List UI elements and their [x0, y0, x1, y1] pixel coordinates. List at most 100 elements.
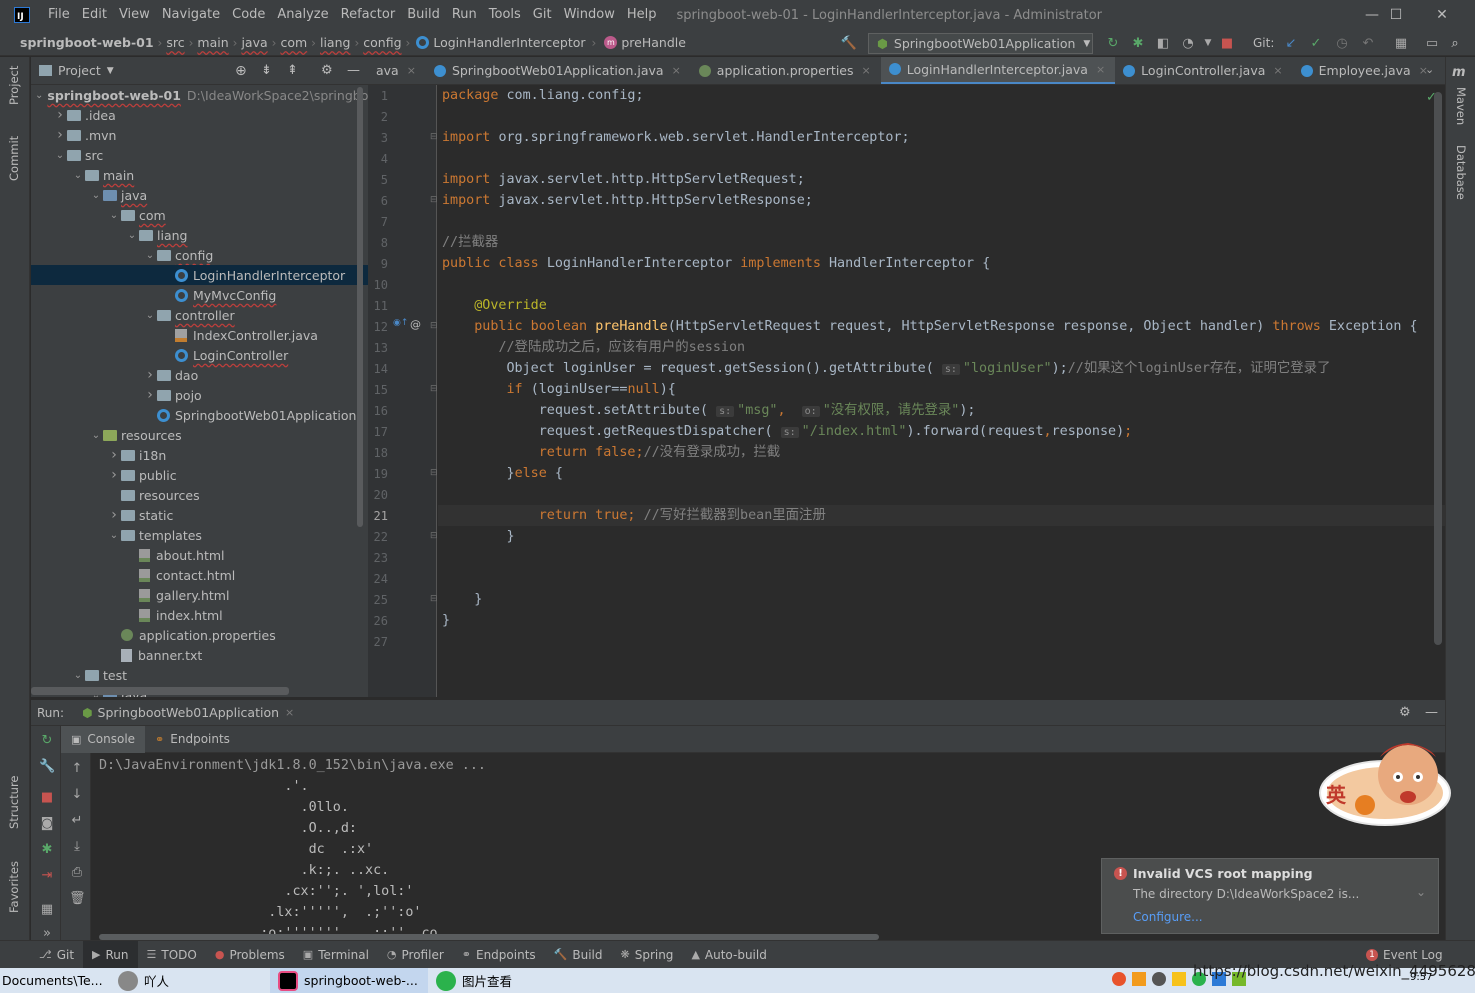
fold-marker-icon[interactable]: ⊟: [430, 321, 438, 331]
build-hammer-icon[interactable]: 🔨: [840, 34, 858, 52]
layout-icon[interactable]: ▦: [39, 902, 55, 918]
arrow-down-icon[interactable]: ↓: [69, 787, 85, 803]
locate-file-icon[interactable]: ⊕: [235, 63, 247, 79]
chevron-down-icon[interactable]: ⌄: [1416, 885, 1426, 899]
tabs-dropdown-icon[interactable]: ⌄: [1425, 63, 1434, 76]
chevron-right-icon[interactable]: ›: [53, 107, 67, 123]
close-icon[interactable]: ×: [285, 706, 294, 719]
profiler-icon[interactable]: ◔: [1179, 34, 1197, 52]
git-rollback-icon[interactable]: ↶: [1359, 34, 1377, 52]
menu-refactor[interactable]: Refactor: [335, 0, 402, 30]
menu-help[interactable]: Help: [621, 0, 663, 30]
chevron-right-icon[interactable]: ›: [143, 387, 157, 403]
editor-tab[interactable]: SpringbootWeb01Application.java ×: [426, 57, 691, 84]
chevron-down-icon[interactable]: ⌄: [89, 190, 103, 201]
fold-marker-icon[interactable]: ⊟: [430, 531, 438, 541]
menu-window[interactable]: Window: [558, 0, 621, 30]
tab-console[interactable]: ▣ Console: [61, 725, 146, 753]
gear-icon[interactable]: ⚙: [321, 63, 333, 78]
rerun-icon[interactable]: ↻: [1104, 34, 1122, 52]
tree-item[interactable]: ⌄ liang: [31, 225, 368, 245]
menu-edit[interactable]: Edit: [76, 0, 113, 30]
tree-item[interactable]: ⌄ com: [31, 205, 368, 225]
tab-structure[interactable]: Structure: [7, 776, 21, 830]
project-structure-icon[interactable]: ▦: [1392, 34, 1410, 52]
chevron-down-icon[interactable]: ⌄: [71, 170, 85, 181]
tree-item[interactable]: ⌄ resources: [31, 425, 368, 445]
debug-icon[interactable]: ✱: [1129, 34, 1147, 52]
editor-tab[interactable]: LoginHandlerInterceptor.java ×: [880, 57, 1116, 84]
taskbar-explorer[interactable]: Documents\Te...: [0, 968, 110, 993]
git-update-icon[interactable]: ↙: [1282, 34, 1300, 52]
fold-marker-icon[interactable]: ⊟: [430, 384, 438, 394]
tree-scrollbar[interactable]: [357, 87, 363, 527]
chevron-down-icon[interactable]: ▼: [107, 66, 114, 76]
breadcrumb-item[interactable]: springboot-web-01: [16, 35, 158, 50]
editor-scrollbar[interactable]: [1434, 92, 1442, 645]
breadcrumb-item[interactable]: liang: [316, 35, 354, 50]
close-icon[interactable]: ×: [862, 64, 871, 77]
tree-item[interactable]: contact.html: [31, 565, 368, 585]
more-run-options-icon[interactable]: ▼: [1199, 34, 1217, 52]
code-editor[interactable]: package com.liang.config; import org.spri…: [438, 85, 1445, 697]
menu-view[interactable]: View: [113, 0, 156, 30]
tree-item[interactable]: › i18n: [31, 445, 368, 465]
tree-item[interactable]: resources: [31, 485, 368, 505]
git-commit-icon[interactable]: ✓: [1307, 34, 1325, 52]
breadcrumb-item[interactable]: main: [193, 35, 232, 50]
menu-tools[interactable]: Tools: [483, 0, 527, 30]
menu-analyze[interactable]: Analyze: [271, 0, 334, 30]
wrench-icon[interactable]: 🔧: [39, 759, 55, 775]
configure-link[interactable]: Configure...: [1133, 910, 1203, 924]
chevron-down-icon[interactable]: ⌄: [53, 150, 67, 161]
tree-item[interactable]: ⌄ templates: [31, 525, 368, 545]
tree-item[interactable]: LoginController: [31, 345, 368, 365]
fold-marker-icon[interactable]: ⊟: [430, 468, 438, 478]
tree-item[interactable]: › pojo: [31, 385, 368, 405]
annotation-marker-icon[interactable]: @: [410, 318, 421, 331]
tree-item[interactable]: gallery.html: [31, 585, 368, 605]
menu-navigate[interactable]: Navigate: [156, 0, 226, 30]
presentation-icon[interactable]: ▭: [1423, 34, 1441, 52]
trash-icon[interactable]: 🗑: [69, 891, 86, 907]
chevron-down-icon[interactable]: ⌄: [89, 430, 103, 441]
close-icon[interactable]: ×: [407, 64, 416, 77]
tab-spring[interactable]: ❋ Spring: [611, 941, 682, 969]
tray-app-icon[interactable]: [1112, 972, 1126, 986]
close-icon[interactable]: ×: [1096, 63, 1105, 76]
print-icon[interactable]: ⎙: [69, 865, 85, 881]
tab-project[interactable]: Project: [7, 66, 21, 105]
chevron-down-icon[interactable]: ⌄: [143, 250, 157, 261]
override-marker-icon[interactable]: ◉↑: [393, 318, 408, 328]
maximize-button[interactable]: ☐: [1373, 0, 1419, 30]
chevron-down-icon[interactable]: ⌄: [107, 210, 121, 221]
fold-marker-icon[interactable]: ⊟: [430, 594, 438, 604]
tree-item[interactable]: › static: [31, 505, 368, 525]
tree-item[interactable]: › .idea: [31, 105, 368, 125]
chevron-right-icon[interactable]: ›: [107, 467, 121, 483]
editor-tab[interactable]: LoginController.java ×: [1115, 57, 1292, 84]
taskbar-image-viewer[interactable]: 图片查看: [428, 968, 548, 993]
tree-item[interactable]: banner.txt: [31, 645, 368, 665]
tree-item[interactable]: ⌄ config: [31, 245, 368, 265]
menu-build[interactable]: Build: [401, 0, 446, 30]
chevron-down-icon[interactable]: ⌄: [143, 310, 157, 321]
tab-endpoints[interactable]: ⚭ Endpoints: [453, 941, 545, 969]
search-icon[interactable]: ⌕: [1446, 34, 1464, 52]
close-window-button[interactable]: ✕: [1419, 0, 1465, 30]
arrow-up-icon[interactable]: ↑: [69, 761, 85, 777]
breadcrumb-method[interactable]: preHandle: [621, 35, 686, 50]
fold-marker-icon[interactable]: ⊟: [430, 195, 438, 205]
scroll-to-end-icon[interactable]: ⤓: [69, 839, 85, 855]
expand-all-icon[interactable]: ⇟: [261, 63, 272, 78]
tree-item[interactable]: ⌄ test: [31, 665, 368, 685]
tree-item[interactable]: ⌄ springboot-web-01 D:\IdeaWorkSpace2\spri…: [31, 85, 368, 105]
breadcrumb-item[interactable]: config: [359, 35, 405, 50]
close-icon[interactable]: ×: [1273, 64, 1282, 77]
debug-icon[interactable]: ✱: [39, 842, 55, 858]
stop-icon[interactable]: ■: [1218, 34, 1236, 52]
project-view-label[interactable]: Project: [58, 63, 101, 78]
tab-favorites[interactable]: Favorites: [7, 861, 21, 913]
close-icon[interactable]: ×: [672, 64, 681, 77]
menu-run[interactable]: Run: [446, 0, 483, 30]
